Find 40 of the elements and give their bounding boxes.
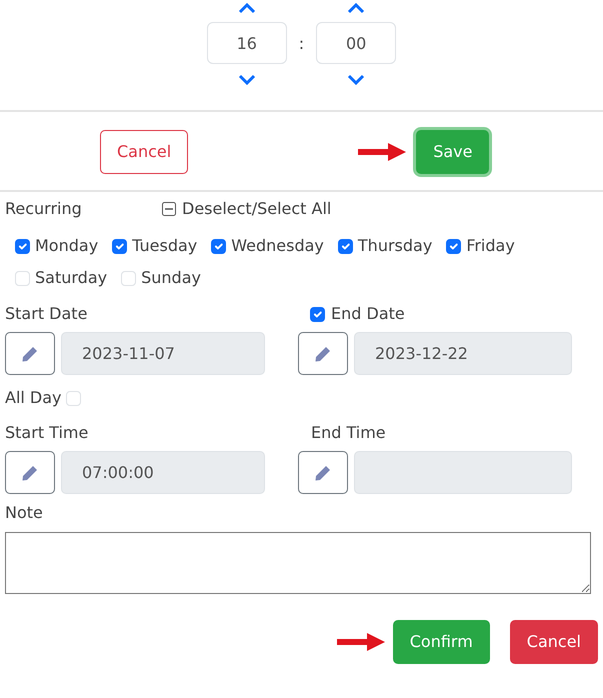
cancel-button[interactable]: Cancel: [100, 130, 188, 174]
field-label: End Date: [331, 303, 405, 325]
day-checkbox[interactable]: [15, 238, 30, 254]
day-checkbox[interactable]: [211, 238, 226, 254]
field-label: Start Date: [5, 303, 88, 325]
field-label: End Time: [311, 422, 386, 444]
day-checkbox[interactable]: [112, 238, 128, 254]
pencil-icon: [314, 464, 332, 482]
edit-button[interactable]: [5, 332, 55, 375]
day-label: Thursday: [358, 235, 432, 257]
pencil-icon: [21, 464, 39, 482]
field-label: Start Time: [5, 422, 88, 444]
edit-button[interactable]: [298, 332, 348, 375]
note-field[interactable]: [5, 532, 591, 594]
day-label: Saturday: [35, 267, 108, 289]
day-label: Friday: [466, 235, 515, 257]
edit-button[interactable]: [298, 451, 348, 494]
chevron-down-icon[interactable]: [347, 74, 366, 85]
select-all-label[interactable]: Deselect/Select All: [182, 197, 332, 221]
all-day-checkbox[interactable]: [66, 390, 81, 406]
day-checkbox[interactable]: [338, 238, 353, 254]
note-label: Note: [5, 502, 43, 524]
cancel-button[interactable]: Cancel: [510, 620, 598, 664]
time-input[interactable]: 00: [316, 22, 396, 64]
chevron-up-icon[interactable]: [238, 3, 256, 14]
chevron-down-icon[interactable]: [238, 74, 256, 85]
day-checkbox[interactable]: [446, 238, 462, 254]
pencil-icon: [21, 344, 39, 362]
day-label: Monday: [35, 235, 98, 257]
time-separator: :: [298, 33, 304, 55]
all-day-label: All Day: [5, 387, 62, 409]
day-label: Wednesday: [231, 235, 324, 257]
chevron-up-icon[interactable]: [347, 3, 366, 14]
edit-button[interactable]: [5, 451, 55, 494]
deselect-all-icon[interactable]: [162, 202, 176, 216]
time-input[interactable]: 16: [206, 22, 287, 64]
pencil-icon: [314, 344, 332, 362]
day-label: Sunday: [141, 267, 201, 289]
recurring-label: Recurring: [5, 198, 83, 220]
day-label: Tuesday: [132, 235, 198, 257]
